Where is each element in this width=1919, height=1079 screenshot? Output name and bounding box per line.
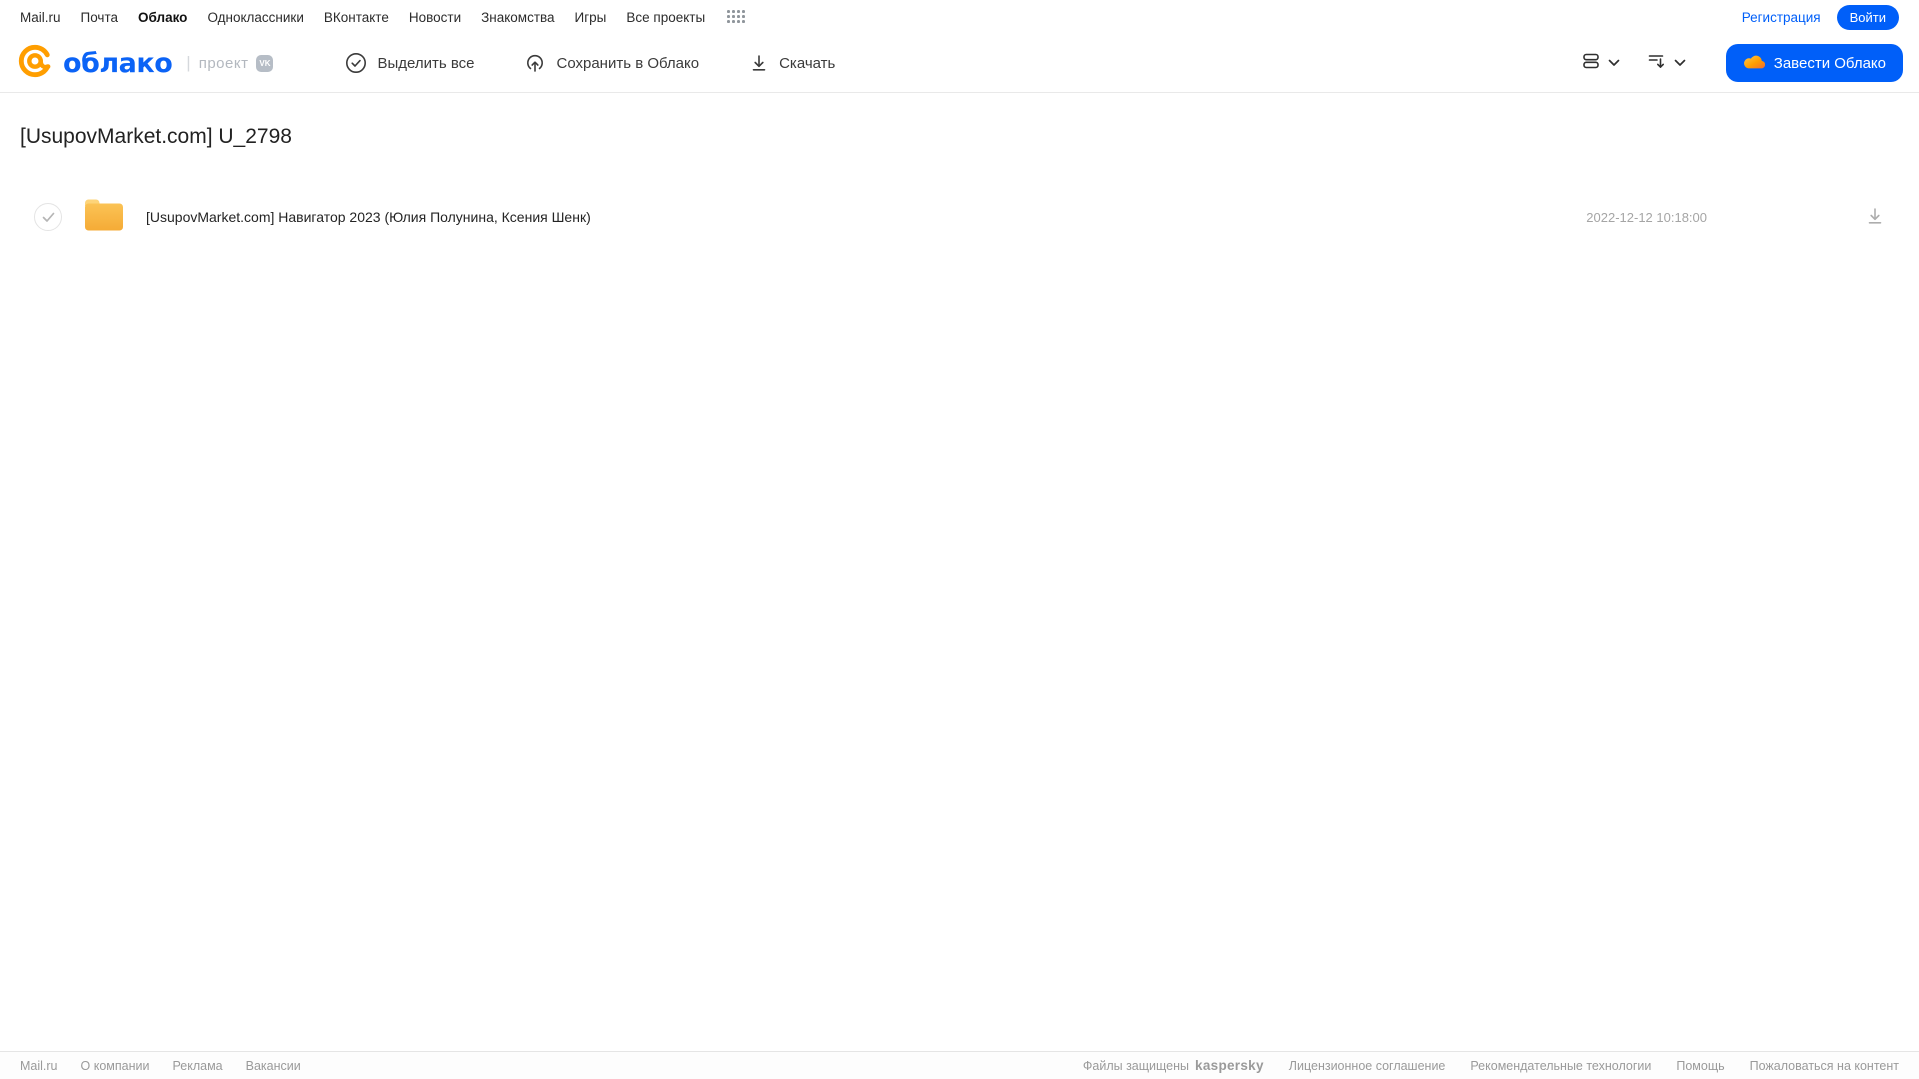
save-to-cloud-button[interactable]: Сохранить в Облако bbox=[524, 52, 699, 74]
footer-link-about[interactable]: О компании bbox=[81, 1059, 150, 1073]
nav-link-vse-proekty[interactable]: Все проекты bbox=[626, 10, 705, 25]
select-all-button[interactable]: Выделить все bbox=[345, 52, 474, 74]
file-modified-date: 2022-12-12 10:18:00 bbox=[1586, 209, 1707, 225]
footer-link-ads[interactable]: Реклама bbox=[172, 1059, 222, 1073]
folder-icon bbox=[81, 196, 127, 239]
get-cloud-button[interactable]: Завести Облако bbox=[1725, 44, 1903, 82]
project-label: проект bbox=[198, 54, 249, 72]
register-link[interactable]: Регистрация bbox=[1742, 10, 1821, 25]
view-mode-dropdown[interactable] bbox=[1580, 50, 1620, 77]
check-circle-icon bbox=[345, 52, 367, 74]
kaspersky-protection: Файлы защищены kaspersky bbox=[1083, 1058, 1264, 1073]
nav-link-novosti[interactable]: Новости bbox=[409, 10, 461, 25]
logo-divider: | bbox=[186, 53, 191, 72]
get-cloud-label: Завести Облако bbox=[1773, 54, 1886, 72]
select-all-label: Выделить все bbox=[377, 54, 475, 72]
view-mode-icon bbox=[1580, 50, 1602, 77]
nav-link-vkontakte[interactable]: ВКонтакте bbox=[324, 10, 389, 25]
nav-link-pochta[interactable]: Почта bbox=[81, 10, 119, 25]
footer-left-links: Mail.ru О компании Реклама Вакансии bbox=[20, 1059, 301, 1073]
download-button[interactable]: Скачать bbox=[749, 53, 835, 73]
login-button[interactable]: Войти bbox=[1836, 4, 1899, 30]
cloud-upload-icon bbox=[524, 52, 546, 74]
download-icon bbox=[1865, 206, 1885, 229]
portal-nav: Mail.ru Почта Облако Одноклассники ВКонт… bbox=[0, 0, 1919, 34]
toolbar-right: Завести Облако bbox=[1580, 44, 1903, 82]
apps-grid-icon[interactable] bbox=[727, 10, 746, 24]
protected-label: Файлы защищены bbox=[1082, 1058, 1190, 1073]
file-row[interactable]: [UsupovMarket.com] Навигатор 2023 (Юлия … bbox=[20, 193, 1899, 241]
kaspersky-logo[interactable]: kaspersky bbox=[1195, 1058, 1264, 1073]
nav-link-znakomstva[interactable]: Знакомства bbox=[481, 10, 554, 25]
main-content: [UsupovMarket.com] U_2798 [UsupovMarket.… bbox=[0, 123, 1919, 241]
download-icon bbox=[749, 53, 769, 73]
file-name-link[interactable]: [UsupovMarket.com] Навигатор 2023 (Юлия … bbox=[146, 209, 591, 225]
cloud-toolbar: облако | проект VK Выделить все Сохранит… bbox=[0, 34, 1919, 93]
row-checkbox[interactable] bbox=[34, 203, 62, 231]
portal-nav-right: Регистрация Войти bbox=[1742, 4, 1899, 30]
nav-link-mailru[interactable]: Mail.ru bbox=[20, 10, 61, 25]
vk-badge-icon: VK bbox=[256, 54, 274, 72]
footer-link-license[interactable]: Лицензионное соглашение bbox=[1289, 1059, 1446, 1073]
project-vk-label: | проект VK bbox=[186, 53, 274, 73]
cloud-icon bbox=[1743, 53, 1765, 74]
logo-wordmark: облако bbox=[63, 47, 173, 79]
chevron-down-icon bbox=[1608, 54, 1620, 72]
footer-link-recommendation-tech[interactable]: Рекомендательные технологии bbox=[1470, 1059, 1651, 1073]
portal-nav-links: Mail.ru Почта Облако Одноклассники ВКонт… bbox=[20, 10, 746, 25]
footer-right-links: Файлы защищены kaspersky Лицензионное со… bbox=[1083, 1058, 1899, 1073]
download-label: Скачать bbox=[779, 54, 836, 72]
nav-link-igry[interactable]: Игры bbox=[575, 10, 607, 25]
footer-link-mailru[interactable]: Mail.ru bbox=[20, 1059, 58, 1073]
at-logo-icon bbox=[16, 42, 54, 85]
footer-link-report-content[interactable]: Пожаловаться на контент bbox=[1750, 1059, 1899, 1073]
footer-link-help[interactable]: Помощь bbox=[1676, 1059, 1724, 1073]
row-download-button[interactable] bbox=[1865, 206, 1885, 229]
footer: Mail.ru О компании Реклама Вакансии Файл… bbox=[0, 1051, 1919, 1079]
chevron-down-icon bbox=[1674, 54, 1686, 72]
footer-link-jobs[interactable]: Вакансии bbox=[246, 1059, 301, 1073]
nav-link-oblako[interactable]: Облако bbox=[138, 10, 187, 25]
cloud-logo[interactable]: облако bbox=[16, 42, 173, 85]
save-to-cloud-label: Сохранить в Облако bbox=[556, 54, 700, 72]
toolbar-actions: Выделить все Сохранить в Облако Скачать bbox=[345, 52, 835, 74]
sort-dropdown[interactable] bbox=[1646, 50, 1686, 77]
page-title: [UsupovMarket.com] U_2798 bbox=[20, 125, 292, 148]
sort-icon bbox=[1646, 50, 1668, 77]
nav-link-odnoklassniki[interactable]: Одноклассники bbox=[207, 10, 303, 25]
